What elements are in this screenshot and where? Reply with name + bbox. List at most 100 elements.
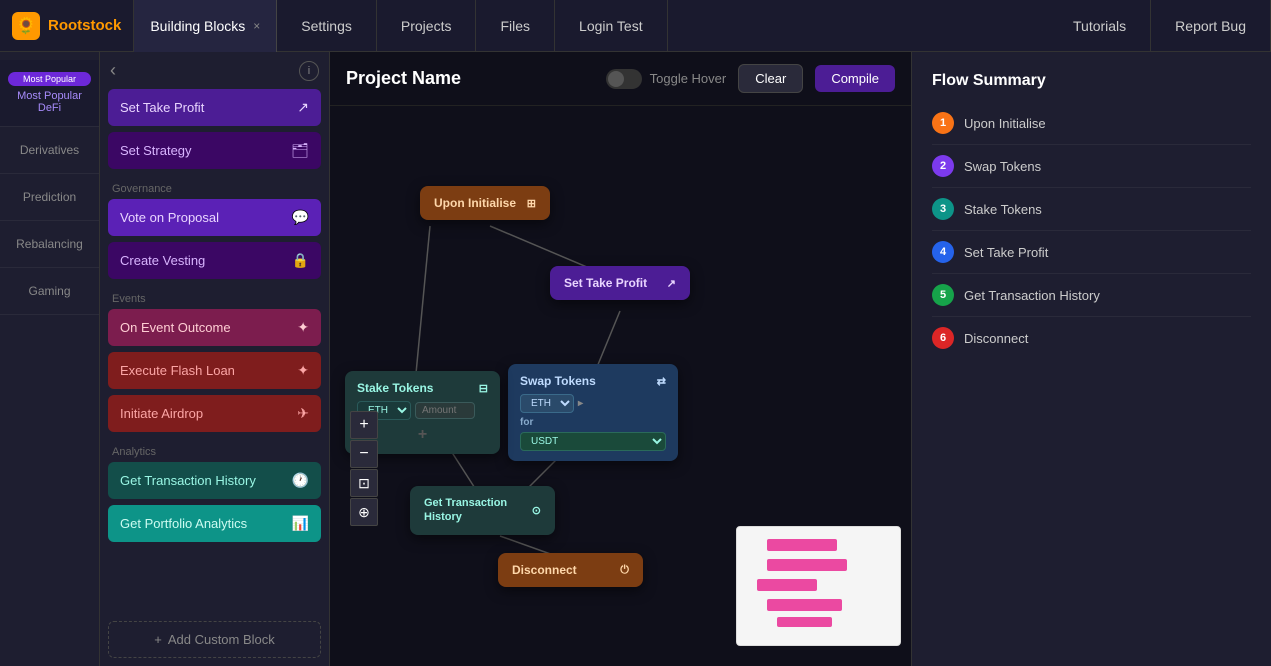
block-label: On Event Outcome	[120, 320, 231, 335]
minimap-block-1	[767, 539, 837, 551]
node-get-tx-label: Get Transaction History	[424, 496, 526, 525]
node-disconnect-label: Disconnect	[512, 563, 577, 577]
compile-button[interactable]: Compile	[815, 65, 895, 92]
flow-summary-item-1: 1 Upon Initialise	[932, 102, 1251, 145]
node-disconnect[interactable]: Disconnect ⏻	[498, 553, 643, 587]
minimap-block-2	[767, 559, 847, 571]
stake-header: Stake Tokens ⊟	[357, 381, 488, 395]
nav-tab-report-bug[interactable]: Report Bug	[1151, 0, 1271, 52]
nav-tab-tutorials[interactable]: Tutorials	[1049, 0, 1151, 52]
logo-icon: 🌻	[12, 12, 40, 40]
logo-area: 🌻 Rootstock	[0, 0, 134, 52]
building-blocks-label: Building Blocks	[150, 18, 245, 34]
nav-tab-files[interactable]: Files	[476, 0, 555, 52]
stake-amount-input[interactable]	[415, 402, 475, 419]
node-swap-tokens[interactable]: Swap Tokens ⇄ ETH ▸ for USDT	[508, 364, 678, 461]
swap-tokens-label: Swap Tokens	[520, 374, 596, 388]
block-vote-on-proposal[interactable]: Vote on Proposal 💬	[108, 199, 321, 236]
nav-tab-login-test[interactable]: Login Test	[555, 0, 668, 52]
toggle-hover-label: Toggle Hover	[650, 71, 727, 86]
swap-from-select[interactable]: ETH	[520, 394, 574, 413]
block-label: Get Transaction History	[120, 473, 256, 488]
zoom-fit-button[interactable]: ⊡	[350, 469, 378, 497]
tab-close-icon[interactable]: ×	[253, 19, 260, 33]
nav-tab-settings[interactable]: Settings	[277, 0, 377, 52]
block-icon-chat: 💬	[292, 209, 309, 226]
block-execute-flash-loan[interactable]: Execute Flash Loan ✦	[108, 352, 321, 389]
most-popular-badge: Most Popular	[8, 72, 91, 86]
minimap[interactable]	[736, 526, 901, 646]
block-set-take-profit[interactable]: Set Take Profit ↗	[108, 89, 321, 126]
block-get-transaction-history[interactable]: Get Transaction History 🕐	[108, 462, 321, 499]
swap-icon: ⇄	[657, 375, 666, 388]
zoom-reset-button[interactable]: ⊕	[350, 498, 378, 526]
block-label: Set Take Profit	[120, 100, 204, 115]
block-on-event-outcome[interactable]: On Event Outcome ✦	[108, 309, 321, 346]
flow-num-5: 5	[932, 284, 954, 306]
toggle-hover-control[interactable]: Toggle Hover	[606, 69, 727, 89]
block-label: Set Strategy	[120, 143, 192, 158]
info-icon[interactable]: i	[299, 61, 319, 81]
flow-summary-item-6: 6 Disconnect	[932, 317, 1251, 359]
toggle-knob	[608, 71, 624, 87]
get-tx-icon: ⊙	[532, 504, 541, 517]
flow-item-label-1: Upon Initialise	[964, 116, 1046, 131]
sidebar-categories: Most Popular Most Popular DeFi Derivativ…	[0, 52, 100, 666]
zoom-out-button[interactable]: −	[350, 440, 378, 468]
flow-summary-panel: Flow Summary 1 Upon Initialise 2 Swap To…	[911, 52, 1271, 666]
flow-item-label-2: Swap Tokens	[964, 159, 1041, 174]
zoom-controls: + − ⊡ ⊕	[350, 411, 378, 526]
flow-item-label-3: Stake Tokens	[964, 202, 1042, 217]
flow-num-1: 1	[932, 112, 954, 134]
node-upon-initialise[interactable]: Upon Initialise ⊞	[420, 186, 550, 220]
flow-summary-title: Flow Summary	[912, 52, 1271, 102]
flow-num-2: 2	[932, 155, 954, 177]
sidebar-blocks-inner: Set Take Profit ↗ Set Strategy 🗂 Governa…	[100, 89, 329, 613]
nav-tab-projects[interactable]: Projects	[377, 0, 477, 52]
top-nav: 🌻 Rootstock Building Blocks × Settings P…	[0, 0, 1271, 52]
flow-num-6: 6	[932, 327, 954, 349]
toggle-switch[interactable]	[606, 69, 642, 89]
sidebar-blocks: ‹ i Set Take Profit ↗ Set Strategy 🗂 Gov…	[100, 52, 330, 666]
block-icon-lightning: ✦	[297, 319, 309, 336]
logo-text: Rootstock	[48, 17, 121, 34]
stake-tokens-label: Stake Tokens	[357, 381, 433, 395]
sidebar-item-most-popular[interactable]: Most Popular Most Popular DeFi	[0, 60, 99, 127]
block-icon-clock: 🕐	[292, 472, 309, 489]
add-custom-label: Add Custom Block	[168, 632, 275, 647]
sidebar-item-derivatives[interactable]: Derivatives	[0, 127, 99, 174]
block-initiate-airdrop[interactable]: Initiate Airdrop ✈	[108, 395, 321, 432]
flow-item-label-5: Get Transaction History	[964, 288, 1100, 303]
sidebar-item-gaming[interactable]: Gaming	[0, 268, 99, 315]
block-icon-trend: ↗	[297, 99, 309, 116]
collapse-arrow-icon[interactable]: ‹	[110, 60, 116, 81]
zoom-in-button[interactable]: +	[350, 411, 378, 439]
block-get-portfolio-analytics[interactable]: Get Portfolio Analytics 📊	[108, 505, 321, 542]
building-blocks-tab[interactable]: Building Blocks ×	[134, 0, 277, 52]
node-header: Swap Tokens ⇄	[520, 374, 666, 388]
block-set-strategy[interactable]: Set Strategy 🗂	[108, 132, 321, 169]
flow-item-label-4: Set Take Profit	[964, 245, 1048, 260]
block-label: Vote on Proposal	[120, 210, 219, 225]
swap-for-row: for	[520, 417, 666, 428]
section-label-analytics: Analytics	[108, 438, 321, 462]
canvas-body[interactable]: Upon Initialise ⊞ Set Take Profit ↗ Swap…	[330, 106, 911, 666]
swap-eth-row: ETH ▸	[520, 394, 666, 413]
flow-summary-item-2: 2 Swap Tokens	[932, 145, 1251, 188]
node-port-icon: ↗	[667, 277, 676, 290]
flow-item-label-6: Disconnect	[964, 331, 1028, 346]
node-set-take-profit[interactable]: Set Take Profit ↗	[550, 266, 690, 300]
disconnect-icon: ⏻	[620, 564, 629, 577]
block-icon-briefcase: 🗂	[291, 142, 309, 159]
flow-summary-list: 1 Upon Initialise 2 Swap Tokens 3 Stake …	[912, 102, 1271, 359]
clear-button[interactable]: Clear	[738, 64, 803, 93]
add-custom-block-button[interactable]: + Add Custom Block	[108, 621, 321, 658]
block-label: Create Vesting	[120, 253, 205, 268]
block-create-vesting[interactable]: Create Vesting 🔒	[108, 242, 321, 279]
node-get-transaction-history[interactable]: Get Transaction History ⊙	[410, 486, 555, 535]
sidebar-item-rebalancing[interactable]: Rebalancing	[0, 221, 99, 268]
sidebar-item-prediction[interactable]: Prediction	[0, 174, 99, 221]
node-set-take-profit-label: Set Take Profit	[564, 276, 647, 290]
flow-num-4: 4	[932, 241, 954, 263]
swap-to-select[interactable]: USDT	[520, 432, 666, 451]
